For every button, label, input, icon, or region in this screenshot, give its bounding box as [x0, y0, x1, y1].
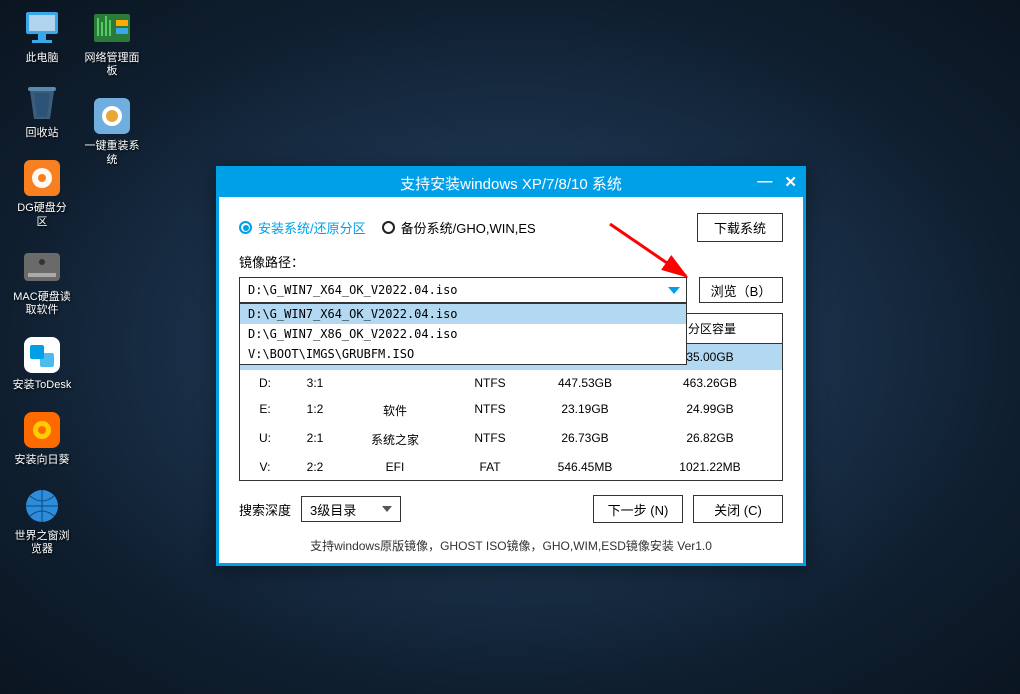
dropdown-item[interactable]: V:\BOOT\IMGS\GRUBFM.ISO — [240, 344, 686, 364]
close-button[interactable]: ✕ — [784, 173, 797, 191]
desktop-icon-recycle-bin[interactable]: 回收站 — [12, 83, 72, 140]
desktop-icon-network-panel[interactable]: 网络管理面板 — [82, 8, 142, 78]
desktop-icon-dg-partition[interactable]: DG硬盘分区 — [12, 158, 72, 228]
search-depth-label: 搜索深度 — [239, 500, 291, 519]
desktop-icon-label: 一键重装系统 — [82, 140, 142, 166]
select-value: 3级目录 — [310, 500, 356, 519]
chevron-down-icon — [668, 287, 680, 294]
radio-icon — [382, 221, 395, 234]
desktop-icon-mac-disk[interactable]: MAC硬盘读取软件 — [12, 247, 72, 317]
desktop-icon-label: 回收站 — [26, 127, 59, 140]
browse-button[interactable]: 浏览（B） — [699, 277, 783, 303]
radio-icon — [239, 221, 252, 234]
installer-window: 支持安装windows XP/7/8/10 系统 — ✕ 安装系统/还原分区 备… — [216, 166, 806, 566]
desktop-icon-label: 网络管理面板 — [82, 52, 142, 78]
image-path-dropdown: D:\G_WIN7_X64_OK_V2022.04.iso D:\G_WIN7_… — [239, 303, 687, 365]
desktop-icon-label: 此电脑 — [26, 52, 59, 65]
image-path-label: 镜像路径： — [219, 252, 803, 277]
mode-toolbar: 安装系统/还原分区 备份系统/GHO,WIN,ES 下载系统 — [219, 197, 803, 252]
desktop-icon-world-browser[interactable]: 世界之窗浏览器 — [12, 486, 72, 556]
network-panel-icon — [92, 10, 132, 46]
desktop-icon-label: MAC硬盘读取软件 — [12, 291, 72, 317]
search-depth-select[interactable]: 3级目录 — [301, 496, 401, 522]
titlebar: 支持安装windows XP/7/8/10 系统 — ✕ — [219, 169, 803, 197]
dropdown-item[interactable]: D:\G_WIN7_X64_OK_V2022.04.iso — [240, 304, 686, 324]
dg-icon — [22, 158, 62, 198]
globe-icon — [22, 486, 62, 526]
desktop-icon-label: DG硬盘分区 — [12, 202, 72, 228]
close-dialog-button[interactable]: 关闭 (C) — [693, 495, 783, 523]
radio-install-restore[interactable]: 安装系统/还原分区 — [239, 218, 366, 237]
footer-text: 支持windows原版镜像，GHOST ISO镜像，GHO,WIM,ESD镜像安… — [219, 537, 803, 560]
table-row[interactable]: V: 2:2 EFI FAT 546.45MB 1021.22MB — [240, 454, 782, 480]
dropdown-item[interactable]: D:\G_WIN7_X86_OK_V2022.04.iso — [240, 324, 686, 344]
download-system-button[interactable]: 下载系统 — [697, 213, 783, 242]
desktop-icon-label: 安装向日葵 — [15, 454, 70, 467]
monitor-icon — [22, 10, 62, 46]
desktop-icon-this-pc[interactable]: 此电脑 — [12, 8, 72, 65]
sunflower-icon — [22, 410, 62, 450]
image-path-combobox[interactable]: D:\G_WIN7_X64_OK_V2022.04.iso — [239, 277, 687, 303]
todesk-icon — [22, 335, 62, 375]
table-row[interactable]: D: 3:1 NTFS 447.53GB 463.26GB — [240, 370, 782, 396]
radio-label: 备份系统/GHO,WIN,ES — [401, 218, 536, 237]
desktop-icon-label: 安装ToDesk — [13, 379, 72, 392]
minimize-button[interactable]: — — [757, 173, 772, 191]
trash-icon — [24, 83, 60, 123]
window-title: 支持安装windows XP/7/8/10 系统 — [400, 173, 622, 194]
next-button[interactable]: 下一步 (N) — [593, 495, 683, 523]
table-row[interactable]: U: 2:1 系统之家 NTFS 26.73GB 26.82GB — [240, 425, 782, 454]
reinstall-icon — [92, 96, 132, 136]
desktop-icons-col1: 此电脑 回收站 DG硬盘分区 MAC硬盘读取软件 安装ToDesk 安装向日葵 … — [12, 8, 72, 556]
desktop-icon-todesk[interactable]: 安装ToDesk — [12, 335, 72, 392]
desktop-icon-label: 世界之窗浏览器 — [12, 530, 72, 556]
chevron-down-icon — [382, 506, 392, 512]
radio-label: 安装系统/还原分区 — [258, 218, 366, 237]
table-row[interactable]: E: 1:2 软件 NTFS 23.19GB 24.99GB — [240, 396, 782, 425]
combobox-value: D:\G_WIN7_X64_OK_V2022.04.iso — [248, 283, 458, 297]
mac-disk-icon — [22, 247, 62, 287]
radio-backup[interactable]: 备份系统/GHO,WIN,ES — [382, 218, 536, 237]
desktop-icon-sunflower[interactable]: 安装向日葵 — [12, 410, 72, 467]
desktop-icons-col2: 网络管理面板 一键重装系统 — [82, 8, 142, 167]
bottom-controls: 搜索深度 3级目录 下一步 (N) 关闭 (C) — [219, 481, 803, 537]
desktop-icon-one-click-install[interactable]: 一键重装系统 — [82, 96, 142, 166]
